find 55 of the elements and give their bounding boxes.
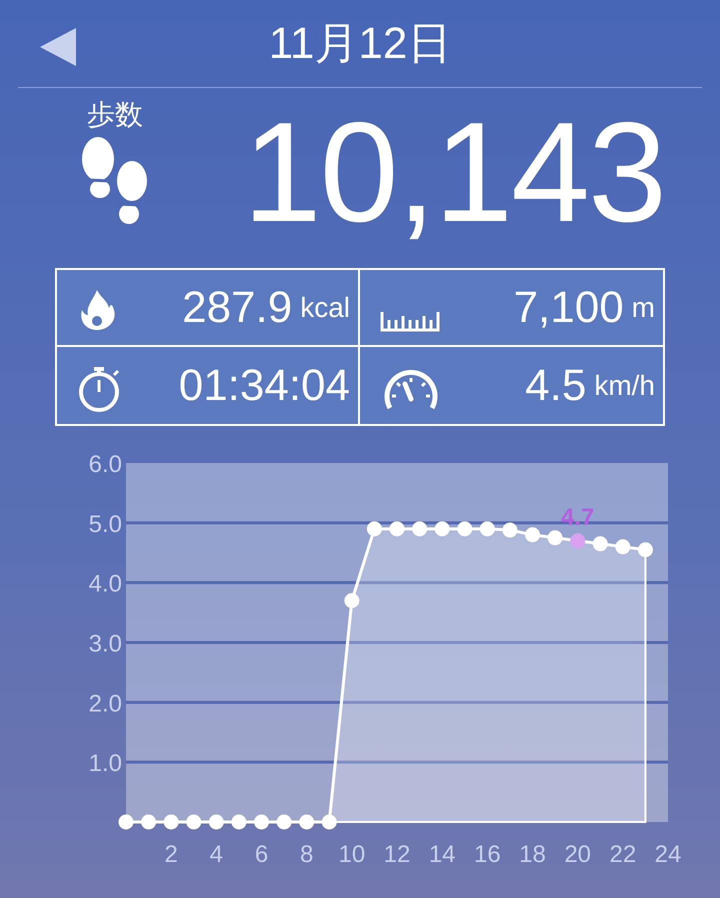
axis-label: 2 [164, 841, 178, 868]
chart-point [141, 814, 156, 830]
step-count: 10,143 [242, 102, 665, 244]
axis-label: 1.0 [88, 750, 122, 778]
axis-label: 3.0 [88, 630, 122, 658]
steps-label: 歩数 [87, 101, 143, 129]
chart-point [231, 814, 246, 830]
stat-unit: km/h [594, 372, 655, 400]
chart-point [254, 814, 269, 830]
chart-point [480, 521, 495, 536]
stat-value: 01:34:04 [178, 364, 350, 408]
axis-label: 6.0 [88, 451, 122, 478]
chart-point [570, 533, 586, 548]
stat-value: 4.5 [525, 364, 586, 408]
chart-point [502, 522, 518, 538]
axis-label: 6 [254, 841, 268, 868]
stopwatch-icon [77, 366, 121, 412]
stat-value: 287.9 [182, 286, 292, 330]
chart-point [638, 542, 653, 558]
chart-point [434, 521, 450, 536]
chart-point [118, 814, 134, 830]
footprints-icon [80, 137, 150, 225]
stat-unit: m [632, 294, 655, 322]
axis-label: 4 [210, 841, 224, 868]
chart-point [548, 530, 563, 546]
chart-point [164, 814, 179, 830]
axis-label: 18 [519, 841, 546, 868]
stat-value: 7,100 [514, 286, 624, 330]
axis-label: 2.0 [88, 690, 122, 718]
chart-point [412, 521, 428, 536]
chart-point [299, 814, 314, 830]
axis-label: 20 [564, 841, 592, 868]
axis-label: 8 [300, 841, 314, 868]
chart-point [208, 814, 224, 830]
axis-label: 14 [428, 841, 456, 868]
chart-point [366, 521, 382, 536]
chart-point [276, 814, 292, 830]
axis-label: 12 [384, 841, 410, 868]
chart-point [615, 539, 630, 554]
chart-point [344, 593, 360, 608]
axis-label: 24 [654, 841, 682, 868]
chart-point [186, 814, 202, 830]
chart-point [390, 521, 404, 536]
axis-label: 22 [609, 841, 636, 868]
axis-label: 16 [474, 841, 501, 868]
stat-unit: kcal [300, 294, 350, 322]
chart-point [525, 527, 540, 542]
chart-point [322, 814, 337, 830]
axis-label: 5.0 [88, 510, 122, 538]
chart-point [457, 521, 472, 536]
date-title: 11月12日 [268, 22, 452, 66]
chart-point [592, 536, 608, 552]
axis-label: 10 [338, 841, 366, 868]
back-icon[interactable] [40, 28, 76, 66]
axis-label: 4.0 [88, 570, 122, 598]
